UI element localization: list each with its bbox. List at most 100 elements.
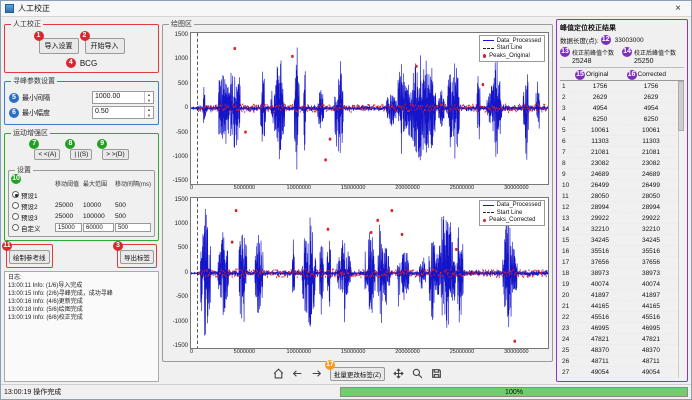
corrected-value: 29922 (626, 215, 677, 222)
table-row[interactable]: 274905449054 (560, 367, 677, 378)
min-amplitude-spinner[interactable]: 0.50 ▲▼ (92, 106, 154, 119)
original-value: 6250 (575, 116, 626, 123)
settings-input[interactable]: 15000 (55, 223, 82, 232)
draw-reference-button[interactable]: 绘制参考线 (9, 250, 50, 264)
x-tick-label: 20000000 (395, 185, 419, 191)
table-row[interactable]: 153424534245 (560, 235, 677, 246)
table-row[interactable]: 72108121081 (560, 147, 677, 158)
settings-col-header: 最大范围 (83, 179, 114, 188)
peaks-before-value: 25248 (560, 57, 622, 66)
table-row[interactable]: 349544954 (560, 103, 677, 114)
radio-icon[interactable] (12, 224, 19, 231)
settings-row[interactable]: 预设1 (12, 189, 151, 200)
row-index: 4 (560, 116, 575, 123)
radio-icon[interactable] (12, 191, 19, 198)
spinner-arrows-icon[interactable]: ▲▼ (144, 92, 153, 103)
table-row[interactable]: 224551645516 (560, 312, 677, 323)
corrected-value: 48711 (626, 358, 677, 365)
min-interval-spinner[interactable]: 1000.00 ▲▼ (92, 91, 154, 104)
home-icon[interactable] (273, 367, 285, 379)
settings-row[interactable]: 预设22500010000500 (12, 200, 151, 211)
back-icon[interactable] (292, 367, 304, 379)
spinner-arrows-icon[interactable]: ▲▼ (144, 107, 153, 118)
peaks-after-cell: 14 校正后峰值个数 25250 (622, 47, 684, 66)
batch-change-labels-button[interactable]: 批量更改标签(Z) (330, 367, 385, 381)
settings-row[interactable]: 自定义1500060000500 (12, 222, 151, 233)
table-row[interactable]: 173765637656 (560, 257, 677, 268)
y-tick-label: 0 (185, 105, 188, 111)
legend-label: Data_Processed (497, 202, 541, 208)
radio-icon[interactable] (12, 213, 19, 220)
log-line: 13:00:16 Info: (4/6)更新完成 (8, 298, 155, 306)
original-value: 35516 (575, 248, 626, 255)
table-scrollbar[interactable] (678, 81, 684, 378)
table-row[interactable]: 194007440074 (560, 279, 677, 290)
table-row[interactable]: 183897338973 (560, 268, 677, 279)
settings-row-label: 预设1 (21, 190, 38, 200)
table-row[interactable]: 117561756 (560, 81, 677, 92)
original-value: 28994 (575, 204, 626, 211)
plot-canvas[interactable]: Data_ProcessedStart LinePeaks_Original (190, 32, 549, 185)
table-row[interactable]: 234699546995 (560, 323, 677, 334)
table-row[interactable]: 112805028050 (560, 191, 677, 202)
settings-radio[interactable]: 预设2 (12, 201, 54, 211)
table-row[interactable]: 462506250 (560, 114, 677, 125)
close-icon[interactable]: × (669, 2, 687, 16)
line-swatch-icon (483, 205, 494, 206)
chart-corrected[interactable]: 150010005000-500-1000-1500 Data_Processe… (166, 197, 549, 359)
settings-input[interactable]: 60000 (83, 223, 114, 232)
pause-button[interactable]: | |(S) (70, 149, 92, 160)
original-column-header: 15 Original (575, 70, 627, 80)
row-index: 18 (560, 270, 575, 277)
table-row[interactable]: 51006110061 (560, 125, 677, 136)
data-length-label: 数据长度(点): (560, 35, 599, 45)
table-row[interactable]: 132992229922 (560, 213, 677, 224)
table-row[interactable]: 214416544165 (560, 301, 677, 312)
table-row[interactable]: 61130311303 (560, 136, 677, 147)
log-line: 13:00:18 Info: (5/6)绘图完成 (8, 306, 155, 314)
settings-input[interactable]: 500 (115, 223, 151, 232)
row-index: 23 (560, 325, 575, 332)
table-row[interactable]: 92468924689 (560, 169, 677, 180)
row-index: 22 (560, 314, 575, 321)
zoom-icon[interactable] (411, 367, 423, 379)
table-row[interactable]: 204189741897 (560, 290, 677, 301)
table-row[interactable]: 244782147821 (560, 334, 677, 345)
table-row[interactable]: 102649926499 (560, 180, 677, 191)
table-row[interactable]: 264871148711 (560, 356, 677, 367)
move-right-button[interactable]: > >(D) (102, 149, 128, 160)
motion-group-title: 运动增强区 (11, 128, 50, 138)
import-settings-button[interactable]: 导入设置 (39, 38, 79, 54)
main-area: 人工校正 1 导入设置 2 开始导入 4 BCG 寻峰参数 (1, 17, 691, 384)
pan-icon[interactable] (392, 367, 404, 379)
title-bar: 人工校正 × (1, 1, 691, 17)
start-import-button[interactable]: 开始导入 (85, 38, 125, 54)
table-row[interactable]: 163551635516 (560, 246, 677, 257)
settings-radio[interactable]: 预设3 (12, 212, 54, 222)
radio-icon[interactable] (12, 202, 19, 209)
chart-original[interactable]: 150010005000-500-1000-1500 Data_Processe… (166, 32, 549, 194)
legend-entry: Data_Processed (483, 37, 541, 45)
move-left-button[interactable]: < <(A) (34, 149, 60, 160)
settings-radio[interactable]: 预设1 (12, 190, 54, 200)
scrollbar-thumb[interactable] (678, 81, 684, 131)
y-tick-label: 1500 (175, 197, 188, 203)
forward-icon[interactable] (311, 367, 323, 379)
table-row[interactable]: 122899428994 (560, 202, 677, 213)
settings-radio[interactable]: 自定义 (12, 223, 54, 233)
table-row[interactable]: 226292629 (560, 92, 677, 103)
corrected-value: 49054 (626, 369, 677, 376)
plot-toolbar: 17 批量更改标签(Z) (162, 362, 553, 382)
corrected-value: 40074 (626, 281, 677, 288)
plot-area-title: 绘图区 (169, 19, 194, 29)
plot-canvas[interactable]: Data_ProcessedStart LinePeaks_Corrected (190, 197, 549, 350)
table-row[interactable]: 143221032210 (560, 224, 677, 235)
export-labels-button[interactable]: 导出标签 (120, 250, 154, 264)
min-amplitude-value: 0.50 (93, 107, 144, 118)
settings-row[interactable]: 预设325000100000500 (12, 211, 151, 222)
row-index: 7 (560, 149, 575, 156)
legend-label: Start Line (497, 210, 523, 216)
table-row[interactable]: 254837048370 (560, 345, 677, 356)
save-icon[interactable] (430, 367, 442, 379)
table-row[interactable]: 82308223082 (560, 158, 677, 169)
